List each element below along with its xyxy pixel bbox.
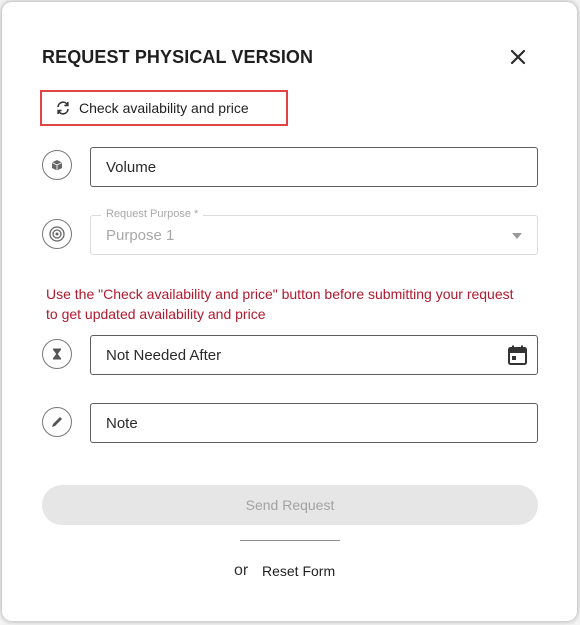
- close-icon: [510, 49, 526, 65]
- calendar-icon[interactable]: [508, 345, 527, 365]
- refresh-icon: [57, 101, 69, 115]
- dialog-title: REQUEST PHYSICAL VERSION: [42, 47, 314, 67]
- check-availability-label: Check availability and price: [79, 100, 249, 116]
- date-icon-badge: [42, 339, 72, 369]
- not-needed-after-field[interactable]: Not Needed After: [90, 335, 538, 375]
- request-physical-version-dialog: REQUEST PHYSICAL VERSION Check availabil…: [2, 2, 577, 621]
- check-availability-button[interactable]: Check availability and price: [40, 90, 288, 126]
- target-icon: [49, 226, 65, 242]
- note-placeholder: Note: [106, 414, 138, 432]
- volume-placeholder: Volume: [106, 158, 157, 176]
- availability-warning: Use the "Check availability and price" b…: [46, 286, 514, 322]
- request-purpose-select[interactable]: Request Purpose * Purpose 1: [90, 208, 538, 255]
- request-purpose-value: Purpose 1: [106, 226, 175, 244]
- reset-form-link[interactable]: Reset Form: [262, 563, 335, 579]
- or-text: or: [234, 562, 249, 579]
- divider: [240, 540, 340, 541]
- hourglass-icon: [53, 348, 61, 360]
- volume-icon-badge: [42, 150, 72, 180]
- close-button[interactable]: [506, 45, 530, 69]
- cube-icon: [51, 160, 63, 171]
- pencil-icon: [52, 417, 62, 427]
- note-field[interactable]: Note: [90, 403, 538, 443]
- volume-field[interactable]: Volume: [90, 147, 538, 187]
- not-needed-after-placeholder: Not Needed After: [106, 346, 222, 364]
- send-request-button[interactable]: Send Request: [42, 485, 538, 525]
- note-icon-badge: [42, 407, 72, 437]
- purpose-icon-badge: [42, 219, 72, 249]
- request-purpose-label: Request Purpose *: [101, 208, 204, 220]
- caret-down-icon: [512, 233, 522, 239]
